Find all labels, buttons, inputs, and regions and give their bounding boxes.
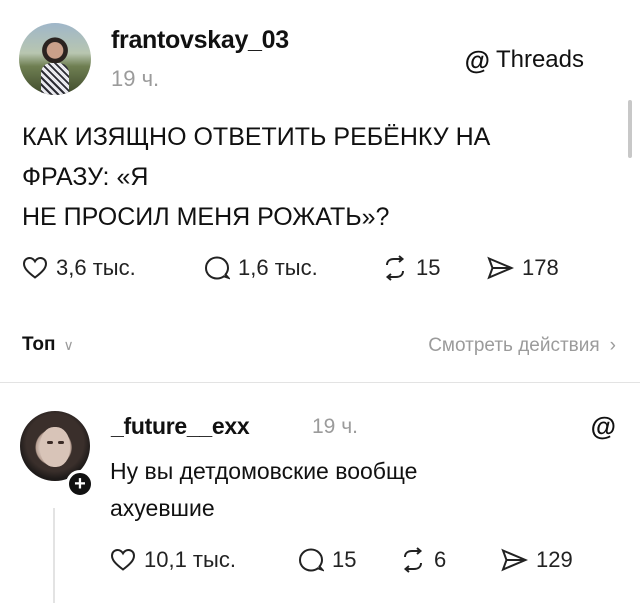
heart-icon	[110, 548, 136, 571]
reply-text: Ну вы детдомовские вообще ахуевшие	[110, 458, 418, 521]
repost-count: 15	[416, 255, 441, 280]
post-timestamp: 19 ч.	[111, 66, 160, 91]
threads-logo-icon: @	[464, 45, 490, 75]
view-activity-link[interactable]: Смотреть действия ›	[428, 335, 616, 357]
post-actions: 3,6 тыс. 1,6 тыс. 15 178	[22, 255, 559, 281]
thread-line	[53, 508, 55, 603]
original-post: frantovskay_03 19 ч. @ Threads КАК ИЗЯЩН…	[0, 0, 640, 300]
threads-logo-icon: @	[590, 411, 616, 441]
repost-icon	[403, 547, 423, 573]
sort-dropdown[interactable]: Топ ∨	[22, 334, 74, 356]
reply-comment-count: 15	[332, 547, 357, 572]
repost-button[interactable]: 15	[382, 255, 486, 281]
view-activity-label: Смотреть действия	[428, 335, 600, 356]
threads-label: Threads	[495, 46, 584, 73]
reply-timestamp: 19 ч.	[312, 415, 358, 438]
repost-icon	[385, 255, 405, 281]
share-count: 178	[522, 255, 559, 280]
reply-repost-count: 6	[434, 547, 447, 572]
threads-badge: @ Threads	[465, 46, 584, 74]
reply-repost-button[interactable]: 6	[400, 547, 500, 573]
reply-author-username[interactable]: _future__exx	[111, 413, 250, 440]
author-username[interactable]: frantovskay_03	[111, 26, 289, 55]
like-count: 3,6 тыс.	[56, 255, 136, 280]
follow-plus-icon[interactable]: +	[66, 470, 94, 498]
comment-count: 1,6 тыс.	[238, 255, 318, 280]
reply-share-button[interactable]: 129	[500, 547, 573, 573]
chevron-down-icon: ∨	[63, 336, 74, 353]
send-icon	[501, 548, 528, 572]
author-avatar[interactable]	[19, 23, 91, 95]
comment-icon	[298, 548, 324, 572]
reply-body: Ну вы детдомовские вообще ахуевшие	[110, 453, 590, 527]
reply-post: + _future__exx 19 ч. @ Ну вы детдомовски…	[0, 383, 640, 608]
comment-button[interactable]: 1,6 тыс.	[204, 255, 382, 281]
heart-icon	[22, 256, 48, 279]
chevron-right-icon: ›	[609, 335, 616, 356]
reply-like-count: 10,1 тыс.	[144, 547, 236, 572]
send-icon	[487, 256, 514, 280]
reply-share-count: 129	[536, 547, 573, 572]
reply-actions: 10,1 тыс. 15 6 129	[110, 547, 573, 573]
scrollbar[interactable]	[628, 100, 632, 158]
sort-label: Топ	[22, 334, 56, 355]
post-body: КАК ИЗЯЩНО ОТВЕТИТЬ РЕБЁНКУ НА ФРАЗУ: «Я…	[22, 123, 491, 231]
reply-comment-button[interactable]: 15	[298, 547, 400, 573]
replies-sort-bar: Топ ∨ Смотреть действия ›	[0, 322, 640, 372]
share-button[interactable]: 178	[486, 255, 559, 281]
like-button[interactable]: 3,6 тыс.	[22, 255, 204, 281]
reply-like-button[interactable]: 10,1 тыс.	[110, 547, 298, 573]
comment-icon	[204, 256, 230, 280]
